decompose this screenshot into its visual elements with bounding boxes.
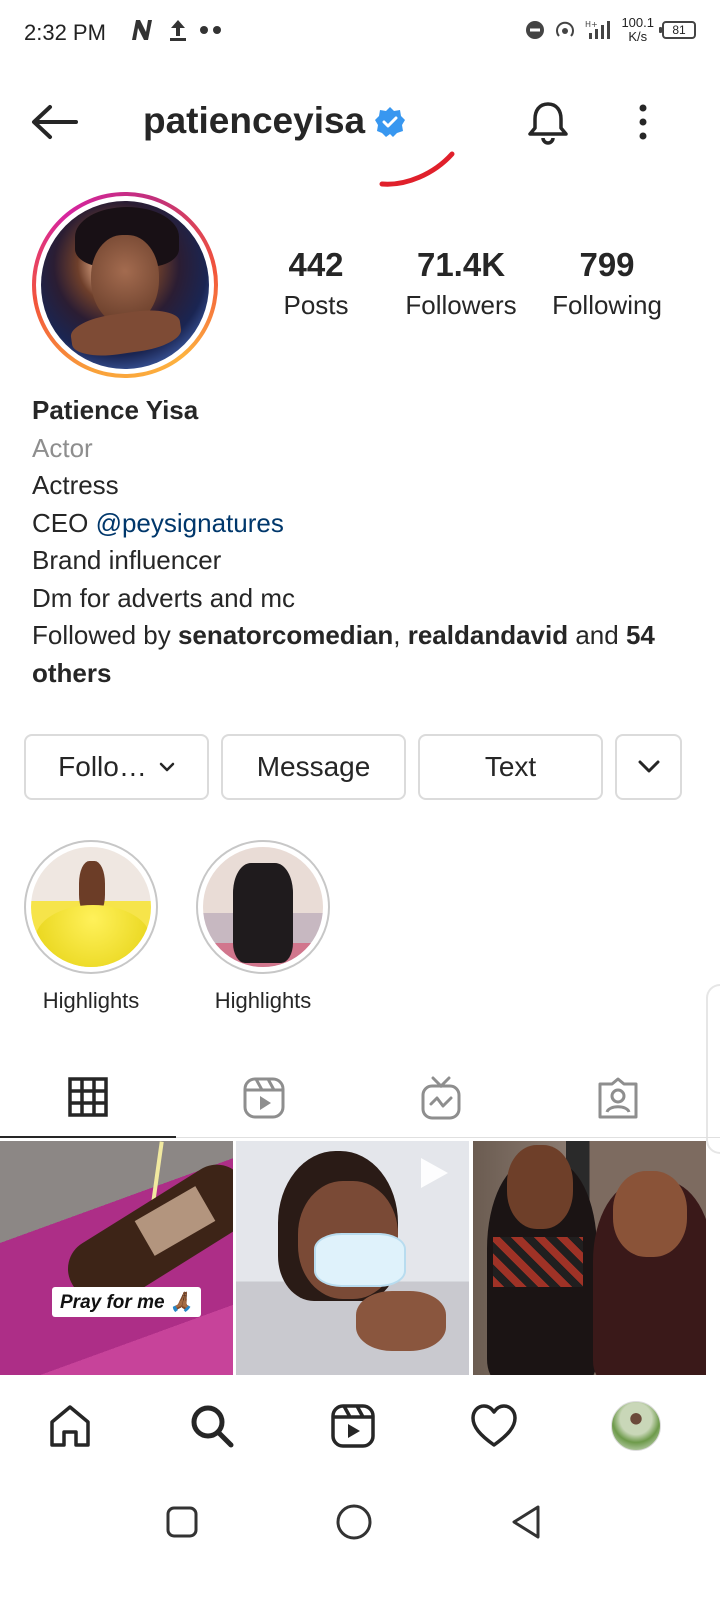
profile-avatar[interactable] [32,192,218,378]
dnd-icon [526,21,545,39]
highlight-label: Highlights [42,988,140,1013]
followed-by-user-2: realdandavid [407,620,569,650]
followers-label: Followers [405,290,517,320]
recents-icon[interactable] [162,1502,202,1542]
profile-avatar [611,1401,661,1451]
content-tabs [0,1058,720,1138]
home-icon [50,1405,90,1447]
post-caption-overlay: Pray for me 🙏🏾 [52,1287,202,1317]
followed-by[interactable]: Followed by senatorcomedian, realdandavi… [32,617,692,692]
bio-mention-link[interactable]: @peysignatures [96,508,284,538]
svg-text:H+: H+ [585,20,598,29]
profile-bio: Patience Yisa Actor Actress CEO @peysign… [32,392,692,692]
bio-line-4: Dm for adverts and mc [32,582,295,613]
network-speed: 100.1 K/s [621,16,654,44]
more-vertical-icon [639,104,647,140]
profile-stats: 442 Posts 71.4K Followers 799 Following [260,246,700,330]
system-icons: H+ 100.1 K/s 81 [525,16,696,44]
highlight-2[interactable]: Highlights [196,840,330,1014]
profile-photo [41,201,209,369]
arrow-left-icon [32,105,78,139]
followed-by-prefix: Followed by [32,620,178,650]
tagged-icon [598,1077,638,1119]
heart-icon [471,1404,517,1447]
chevron-down-icon [159,762,175,772]
video-play-icon [421,1158,448,1188]
following-stat[interactable]: 799 Following [542,246,672,321]
reels-icon [331,1404,375,1448]
profile-actions: Follo… Message Text [24,734,684,800]
status-time: 2:32 PM [24,20,106,45]
nav-activity[interactable] [466,1398,522,1454]
back-button[interactable] [28,102,80,142]
bio-line-2-prefix: CEO [32,507,96,538]
text-button[interactable]: Text [418,734,603,800]
android-navigation-bar [0,1478,720,1600]
bio-line-3: Brand influencer [32,545,222,575]
message-button[interactable]: Message [221,734,406,800]
profile-header: patienceyisa [0,84,720,160]
status-bar: 2:32 PM H+ 100.1 K/s 81 [0,0,720,64]
notification-icons [130,18,224,42]
text-button-label: Text [484,751,537,782]
notifications-button[interactable] [524,98,572,146]
battery-indicator: 81 [659,21,696,39]
posts-count: 442 [288,246,344,283]
nav-search[interactable] [184,1398,240,1454]
following-button-label: Follo… [58,751,147,782]
bottom-navigation [0,1376,720,1476]
n-app-icon [132,20,152,40]
home-circle-icon[interactable] [334,1502,374,1542]
network-speed-unit: K/s [628,29,648,44]
grid-icon [68,1077,108,1117]
verified-badge-icon [374,106,406,138]
back-triangle-icon[interactable] [506,1502,546,1542]
tab-igtv[interactable] [353,1058,529,1138]
hotspot-icon [556,21,575,37]
posts-stat[interactable]: 442 Posts [268,246,364,321]
chevron-down-icon [638,760,659,773]
profile-username: patienceyisa [143,100,366,141]
highlight-label: Highlights [214,988,312,1013]
followed-by-user-1: senatorcomedian [177,620,394,650]
followers-stat[interactable]: 71.4K Followers [396,246,526,321]
highlight-cover-2 [203,847,323,967]
full-name: Patience Yisa [32,395,199,425]
tab-reels[interactable] [176,1058,352,1138]
post-thumbnail[interactable] [236,1141,469,1375]
message-button-label: Message [256,751,371,782]
followed-by-separator: , [393,620,408,650]
highlight-1[interactable]: Highlights [24,840,158,1014]
post-thumbnail[interactable]: Pray for me 🙏🏾 [0,1141,233,1375]
upload-icon [170,20,186,41]
reels-icon [243,1077,285,1119]
following-count: 799 [579,246,635,283]
posts-grid: Pray for me 🙏🏾 [0,1141,720,1375]
more-options-button[interactable] [628,102,658,142]
tab-tagged[interactable] [530,1058,706,1138]
following-label: Following [552,290,662,320]
bell-icon [528,102,568,145]
profile-category: Actor [32,432,93,463]
posts-label: Posts [283,290,349,320]
bio-line-2: CEO @peysignatures [32,505,692,543]
igtv-icon [421,1076,461,1120]
more-notifications-icon [200,26,221,34]
following-button[interactable]: Follo… [24,734,209,800]
suggested-accounts-button[interactable] [615,734,682,800]
nav-home[interactable] [42,1398,98,1454]
tab-posts-grid[interactable] [0,1058,176,1138]
nav-profile[interactable] [608,1398,664,1454]
signal-icon: H+ [585,20,611,39]
network-speed-value: 100.1 [621,15,654,30]
highlight-cover-1 [31,847,151,967]
bio-line-1: Actress [32,470,119,500]
red-annotation-mark [379,151,455,187]
post-thumbnail[interactable] [473,1141,706,1375]
followers-count: 71.4K [416,246,506,283]
followed-by-and: and [568,620,626,650]
nav-reels[interactable] [325,1398,381,1454]
search-icon [191,1405,234,1448]
